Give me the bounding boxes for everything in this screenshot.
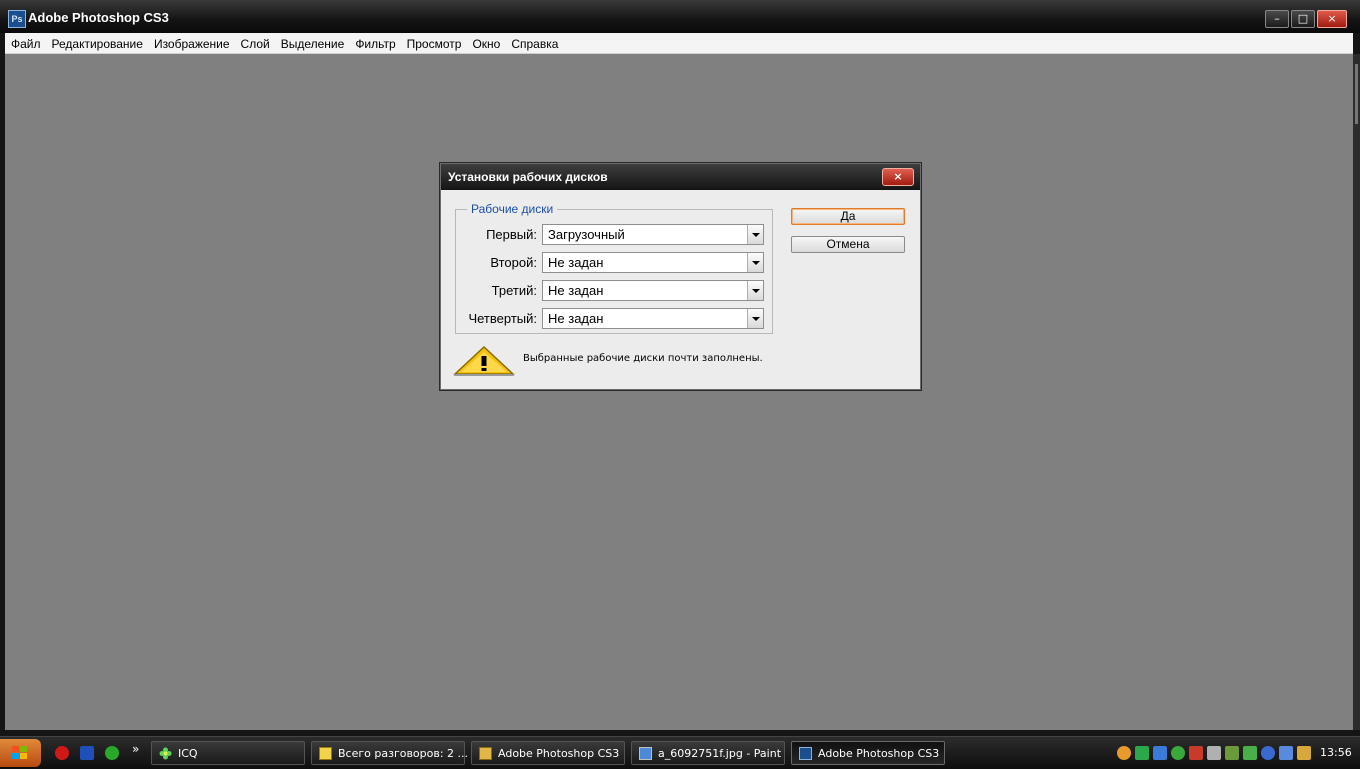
task-photoshop[interactable]: Adobe Photoshop CS3: [791, 741, 945, 765]
scratch-row-first: Первый: Загрузочный: [456, 224, 772, 246]
task-label: Adobe Photoshop CS3: [818, 747, 940, 760]
menu-file[interactable]: Файл: [5, 34, 46, 52]
opera-icon[interactable]: [55, 746, 69, 760]
menu-help[interactable]: Справка: [505, 34, 563, 52]
warning-icon: [453, 345, 515, 376]
group-label: Рабочие диски: [467, 202, 558, 216]
task-photoshop-folder[interactable]: Adobe Photoshop CS3: [471, 741, 625, 765]
task-label: ICQ: [178, 747, 198, 760]
ok-button[interactable]: Да: [791, 208, 905, 225]
photoshop-window: Ps Adobe Photoshop CS3 – □ × Файл Редакти…: [0, 0, 1360, 736]
taskbar: » ICQ Всего разговоров: 2 ... Adobe Phot…: [0, 736, 1360, 769]
menu-select[interactable]: Выделение: [275, 34, 350, 52]
task-label: a_6092751f.jpg - Paint: [658, 747, 782, 760]
window-titlebar[interactable]: Ps Adobe Photoshop CS3 – □ ×: [0, 0, 1360, 33]
task-paint[interactable]: a_6092751f.jpg - Paint: [631, 741, 785, 765]
photoshop-icon: [799, 747, 812, 760]
minimize-button[interactable]: –: [1265, 10, 1289, 28]
first-disk-select[interactable]: Загрузочный: [542, 224, 764, 245]
tray-nvidia-icon[interactable]: [1243, 746, 1257, 760]
chevron-down-icon[interactable]: [747, 309, 763, 328]
clock[interactable]: 13:56: [1320, 746, 1352, 759]
scratch-disks-dialog: Установки рабочих дисков × Рабочие диски…: [440, 163, 921, 390]
menu-filter[interactable]: Фильтр: [349, 34, 400, 52]
gear-icon[interactable]: [105, 746, 119, 760]
chevron-down-icon[interactable]: [747, 253, 763, 272]
menu-edit[interactable]: Редактирование: [46, 34, 148, 52]
tray-update-icon[interactable]: [1171, 746, 1185, 760]
warning-message: Выбранные рабочие диски почти заполнены.: [523, 353, 763, 364]
dialog-titlebar[interactable]: Установки рабочих дисков ×: [441, 164, 920, 190]
cancel-button[interactable]: Отмена: [791, 236, 905, 253]
task-icq[interactable]: ICQ: [151, 741, 305, 765]
scratch-row-second: Второй: Не задан: [456, 252, 772, 274]
dialog-close-button[interactable]: ×: [882, 168, 914, 186]
select-value: Не задан: [548, 311, 604, 326]
fourth-disk-select[interactable]: Не задан: [542, 308, 764, 329]
icq-flower-icon: [159, 747, 172, 760]
third-disk-label: Третий:: [491, 283, 537, 298]
chevron-down-icon[interactable]: [747, 225, 763, 244]
third-disk-select[interactable]: Не задан: [542, 280, 764, 301]
windows-flag-icon: [12, 746, 27, 759]
workspace-scrollbar[interactable]: [1353, 54, 1360, 730]
menu-image[interactable]: Изображение: [148, 34, 235, 52]
tray-speaker-icon[interactable]: [1189, 746, 1203, 760]
fourth-disk-label: Четвертый:: [468, 311, 537, 326]
start-button[interactable]: [0, 739, 41, 767]
scrollbar-thumb[interactable]: [1355, 64, 1358, 124]
menu-bar: Файл Редактирование Изображение Слой Выделен…: [5, 33, 1353, 54]
workspace-area: [5, 54, 1353, 730]
folder-icon: [479, 747, 492, 760]
dialog-title: Установки рабочих дисков: [448, 170, 608, 184]
second-disk-select[interactable]: Не задан: [542, 252, 764, 273]
select-value: Загрузочный: [548, 227, 625, 242]
menu-view[interactable]: Просмотр: [401, 34, 467, 52]
tray-display-icon[interactable]: [1225, 746, 1239, 760]
photoshop-app-icon: Ps: [8, 10, 26, 28]
select-value: Не задан: [548, 283, 604, 298]
quicklaunch-more-icon[interactable]: »: [132, 742, 139, 756]
task-label: Adobe Photoshop CS3: [498, 747, 620, 760]
scratch-row-fourth: Четвертый: Не задан: [456, 308, 772, 330]
select-value: Не задан: [548, 255, 604, 270]
tray-app-icon[interactable]: [1117, 746, 1131, 760]
paint-icon: [639, 747, 652, 760]
first-disk-label: Первый:: [486, 227, 537, 242]
notepad-icon[interactable]: [80, 746, 94, 760]
tray-info-icon[interactable]: [1261, 746, 1275, 760]
menu-layer[interactable]: Слой: [235, 34, 275, 52]
second-disk-label: Второй:: [490, 255, 537, 270]
tray-language-icon[interactable]: [1279, 746, 1293, 760]
chevron-down-icon[interactable]: [747, 281, 763, 300]
scratch-disks-group: Рабочие диски Первый: Загрузочный Второй…: [455, 202, 773, 334]
task-chat[interactable]: Всего разговоров: 2 ...: [311, 741, 469, 765]
tray-volume-icon[interactable]: [1207, 746, 1221, 760]
chat-envelope-icon: [319, 747, 332, 760]
task-label: Всего разговоров: 2 ...: [338, 747, 469, 760]
window-title: Adobe Photoshop CS3: [28, 10, 169, 25]
menu-window[interactable]: Окно: [466, 34, 505, 52]
tray-network-icon[interactable]: [1153, 746, 1167, 760]
tray-icq-icon[interactable]: [1135, 746, 1149, 760]
tray-wand-icon[interactable]: [1297, 746, 1311, 760]
close-button[interactable]: ×: [1317, 10, 1347, 28]
scratch-row-third: Третий: Не задан: [456, 280, 772, 302]
maximize-button[interactable]: □: [1291, 10, 1315, 28]
